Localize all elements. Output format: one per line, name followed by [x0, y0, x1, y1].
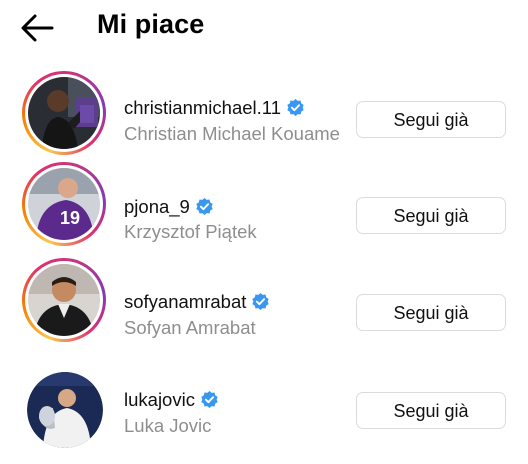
full-name: Luka Jovic	[124, 415, 212, 436]
list-item[interactable]: sofyanamrabat Sofyan Amrabat Segui già	[0, 256, 528, 352]
top-bar: Mi piace	[0, 0, 528, 56]
full-name: Krzysztof Piątek	[124, 221, 257, 242]
avatar[interactable]: 19	[22, 162, 106, 246]
avatar[interactable]	[22, 258, 106, 342]
username-text[interactable]: lukajovic	[124, 389, 195, 410]
profile-photo: 19	[28, 168, 100, 240]
username-text[interactable]: christianmichael.11	[124, 97, 281, 118]
following-button[interactable]: Segui già	[356, 197, 506, 234]
profile-photo	[27, 372, 103, 448]
profile-photo	[28, 77, 100, 149]
list-item[interactable]: 19 pjona_9 Krzysztof Piątek Segui già	[0, 160, 528, 256]
username-text[interactable]: sofyanamrabat	[124, 291, 246, 312]
verified-badge-icon	[196, 197, 213, 216]
full-name: Christian Michael Kouame	[124, 123, 340, 144]
username[interactable]: lukajovic	[124, 389, 219, 411]
following-button[interactable]: Segui già	[356, 392, 506, 429]
username[interactable]: christianmichael.11	[124, 97, 305, 119]
jersey-number: 19	[60, 208, 80, 228]
arrow-left-icon	[21, 14, 54, 42]
following-button[interactable]: Segui già	[356, 294, 506, 331]
following-button[interactable]: Segui già	[356, 101, 506, 138]
avatar[interactable]	[27, 372, 103, 448]
full-name: Sofyan Amrabat	[124, 317, 256, 338]
username[interactable]: pjona_9	[124, 196, 214, 218]
username-text[interactable]: pjona_9	[124, 196, 190, 217]
list-item[interactable]: christianmichael.11 Christian Michael Ko…	[0, 63, 528, 159]
back-button[interactable]	[16, 8, 60, 48]
username[interactable]: sofyanamrabat	[124, 291, 270, 313]
verified-badge-icon	[201, 390, 218, 409]
avatar[interactable]	[22, 71, 106, 155]
page-title: Mi piace	[97, 9, 205, 39]
list-item[interactable]: lukajovic Luka Jovic Segui già	[0, 352, 528, 448]
verified-badge-icon	[252, 292, 270, 311]
profile-photo	[28, 264, 100, 336]
verified-badge-icon	[287, 98, 304, 117]
